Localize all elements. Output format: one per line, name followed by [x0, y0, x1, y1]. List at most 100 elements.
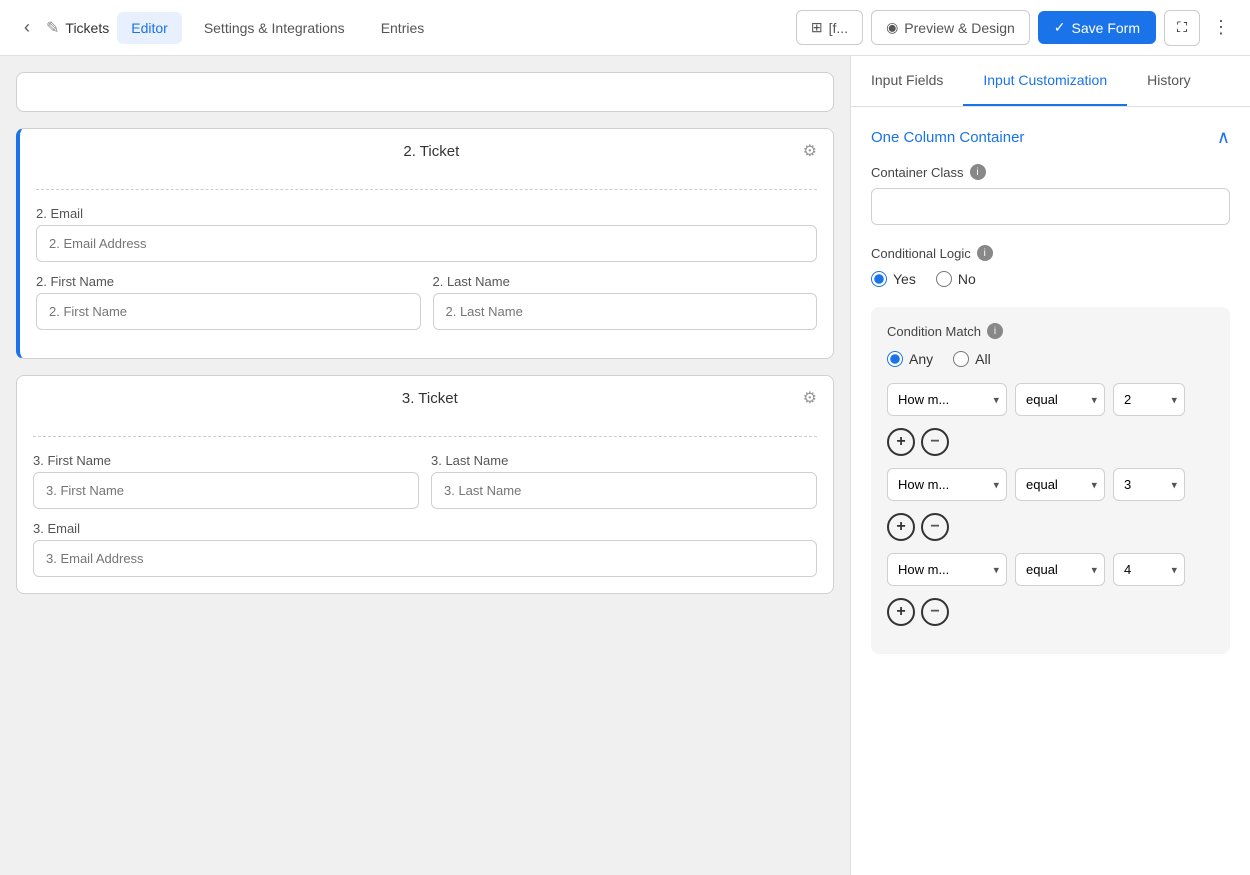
- radio-any-input[interactable]: [887, 351, 903, 367]
- condition-2-field-select[interactable]: How m...: [887, 468, 1007, 501]
- container-class-input[interactable]: [871, 188, 1230, 225]
- right-panel: Input Fields Input Customization History…: [850, 56, 1250, 875]
- collapse-button[interactable]: ∧: [1217, 127, 1230, 148]
- label-2-email: 2. Email: [36, 206, 817, 221]
- conditional-logic-label: Conditional Logic i: [871, 245, 1230, 261]
- row-2-name: 2. First Name 2. Last Name: [36, 274, 817, 330]
- tab-history[interactable]: History: [1127, 56, 1211, 106]
- form-id-label: [f...: [829, 20, 848, 36]
- radio-yes-input[interactable]: [871, 271, 887, 287]
- input-2-firstname[interactable]: [36, 293, 421, 330]
- tab-settings[interactable]: Settings & Integrations: [190, 12, 359, 44]
- section-title: One Column Container: [871, 129, 1024, 146]
- condition-3-field-select[interactable]: How m...: [887, 553, 1007, 586]
- condition-match-label-text: Condition Match: [887, 324, 981, 339]
- condition-2-field-select-wrapper: How m...: [887, 468, 1007, 501]
- radio-all-option[interactable]: All: [953, 351, 991, 367]
- condition-2-op-select-wrapper: equal: [1015, 468, 1105, 501]
- add-condition-2-button[interactable]: +: [887, 513, 915, 541]
- input-3-firstname[interactable]: [33, 472, 419, 509]
- condition-row-2: How m... equal 3: [887, 468, 1214, 501]
- tickets-label: Tickets: [65, 20, 109, 36]
- condition-2-val-select-wrapper: 3: [1113, 468, 1185, 501]
- input-3-lastname[interactable]: [431, 472, 817, 509]
- form-block-ticket-3: 3. Ticket ⚙ 3. First Name 3. Last Name: [16, 375, 834, 594]
- input-2-lastname[interactable]: [433, 293, 818, 330]
- tab-editor[interactable]: Editor: [117, 12, 182, 44]
- condition-match-label: Condition Match i: [887, 323, 1214, 339]
- radio-yes-option[interactable]: Yes: [871, 271, 916, 287]
- input-3-email[interactable]: [33, 540, 817, 577]
- top-placeholder-block: [16, 72, 834, 112]
- condition-1-field-select[interactable]: How m...: [887, 383, 1007, 416]
- remove-condition-3-button[interactable]: −: [921, 598, 949, 626]
- left-panel: 2. Ticket ⚙ 2. Email 2. First Name 2. La…: [0, 56, 850, 875]
- condition-3-op-select-wrapper: equal: [1015, 553, 1105, 586]
- tab-input-fields[interactable]: Input Fields: [851, 56, 963, 106]
- top-navigation: ‹ ✎ Tickets Editor Settings & Integratio…: [0, 0, 1250, 56]
- radio-no-input[interactable]: [936, 271, 952, 287]
- save-label: Save Form: [1072, 20, 1140, 36]
- condition-3-val-select-wrapper: 4: [1113, 553, 1185, 586]
- add-condition-1-button[interactable]: +: [887, 428, 915, 456]
- right-tabs: Input Fields Input Customization History: [851, 56, 1250, 107]
- check-icon: ✓: [1054, 19, 1066, 36]
- label-2-firstname: 2. First Name: [36, 274, 421, 289]
- field-3-firstname: 3. First Name: [33, 453, 419, 509]
- tickets-nav-label: ✎ Tickets: [46, 18, 109, 38]
- condition-2-val-select[interactable]: 3: [1113, 468, 1185, 501]
- remove-condition-2-button[interactable]: −: [921, 513, 949, 541]
- form-id-button[interactable]: ⊞ [f...: [796, 10, 863, 45]
- add-remove-row-2: + −: [887, 513, 1214, 541]
- add-remove-row-3: + −: [887, 598, 1214, 626]
- condition-1-field-select-wrapper: How m...: [887, 383, 1007, 416]
- label-3-lastname: 3. Last Name: [431, 453, 817, 468]
- condition-3-op-select[interactable]: equal: [1015, 553, 1105, 586]
- field-2-lastname: 2. Last Name: [433, 274, 818, 330]
- radio-no-option[interactable]: No: [936, 271, 976, 287]
- section-header: One Column Container ∧: [871, 127, 1230, 148]
- save-form-button[interactable]: ✓ Save Form: [1038, 11, 1156, 44]
- radio-all-label: All: [975, 351, 991, 367]
- form-id-icon: ⊞: [811, 19, 823, 36]
- gear-icon-ticket-3[interactable]: ⚙: [803, 388, 817, 408]
- conditional-logic-radio-group: Yes No: [871, 271, 1230, 287]
- fullscreen-icon: ⛶: [1177, 19, 1187, 36]
- container-class-label: Container Class i: [871, 164, 1230, 180]
- remove-condition-1-button[interactable]: −: [921, 428, 949, 456]
- condition-1-val-select[interactable]: 2: [1113, 383, 1185, 416]
- condition-1-op-select[interactable]: equal: [1015, 383, 1105, 416]
- radio-all-input[interactable]: [953, 351, 969, 367]
- label-2-lastname: 2. Last Name: [433, 274, 818, 289]
- form-block-ticket-2-header: 2. Ticket ⚙: [20, 129, 833, 173]
- preview-design-button[interactable]: ◉ Preview & Design: [871, 10, 1030, 45]
- condition-row-1: How m... equal 2: [887, 383, 1214, 416]
- field-3-email: 3. Email: [33, 521, 817, 577]
- row-3-name: 3. First Name 3. Last Name: [33, 436, 817, 509]
- condition-match-radio-group: Any All: [887, 351, 1214, 367]
- form-block-ticket-2-title: 2. Ticket: [60, 143, 803, 160]
- input-2-email[interactable]: [36, 225, 817, 262]
- fullscreen-button[interactable]: ⛶: [1164, 10, 1200, 46]
- conditional-logic-label-text: Conditional Logic: [871, 246, 971, 261]
- condition-2-op-select[interactable]: equal: [1015, 468, 1105, 501]
- form-block-ticket-3-title: 3. Ticket: [57, 390, 803, 407]
- eye-icon: ◉: [886, 19, 898, 36]
- form-block-ticket-3-header: 3. Ticket ⚙: [17, 376, 833, 420]
- condition-1-val-select-wrapper: 2: [1113, 383, 1185, 416]
- add-condition-3-button[interactable]: +: [887, 598, 915, 626]
- back-button[interactable]: ‹: [16, 13, 38, 42]
- container-class-label-text: Container Class: [871, 165, 964, 180]
- tab-input-customization[interactable]: Input Customization: [963, 56, 1127, 106]
- radio-any-label: Any: [909, 351, 933, 367]
- gear-icon-ticket-2[interactable]: ⚙: [803, 141, 817, 161]
- radio-any-option[interactable]: Any: [887, 351, 933, 367]
- radio-no-label: No: [958, 271, 976, 287]
- condition-row-3: How m... equal 4: [887, 553, 1214, 586]
- tab-entries[interactable]: Entries: [367, 12, 439, 44]
- condition-3-val-select[interactable]: 4: [1113, 553, 1185, 586]
- right-panel-content: One Column Container ∧ Container Class i…: [851, 107, 1250, 875]
- more-menu-button[interactable]: ⋮: [1208, 13, 1234, 42]
- tickets-icon: ✎: [46, 18, 59, 38]
- label-3-email: 3. Email: [33, 521, 817, 536]
